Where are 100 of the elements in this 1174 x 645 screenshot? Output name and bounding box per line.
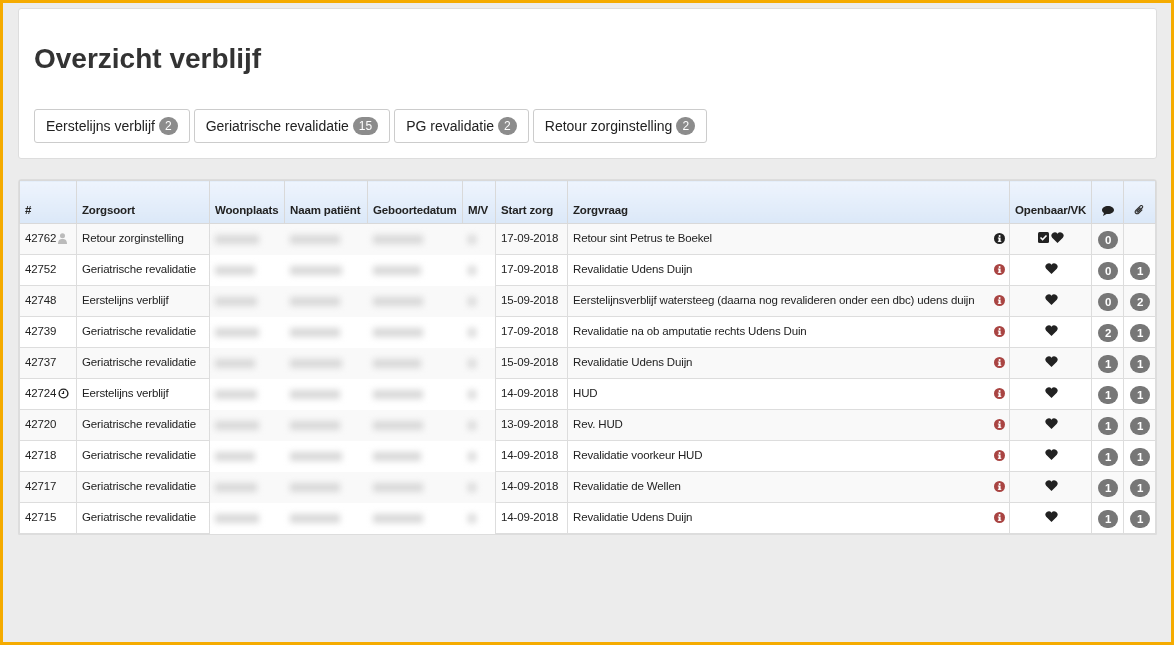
table-cell-text: 42737: [25, 355, 57, 370]
table-cell-text: 42720: [25, 417, 57, 432]
table-cell-text: Retour sint Petrus te Boekel: [573, 231, 712, 246]
paperclip-icon: [1134, 205, 1145, 217]
heart-icon[interactable]: [1051, 232, 1064, 243]
comment-count-badge[interactable]: 1: [1098, 355, 1118, 373]
comment-count-badge[interactable]: 1: [1098, 386, 1118, 404]
blurred-text: [215, 389, 257, 399]
table-cell: 13-09-2018: [501, 418, 559, 430]
column-header[interactable]: Zorgvraag: [567, 180, 1010, 224]
heart-icon[interactable]: [1044, 356, 1058, 367]
blurred-text: [215, 420, 259, 430]
attachment-count-badge[interactable]: 1: [1130, 355, 1150, 373]
blurred-text: [289, 235, 340, 244]
heart-icon[interactable]: [1044, 480, 1058, 491]
table-cell: 14-09-2018: [501, 480, 559, 492]
blurred-text: [372, 513, 423, 523]
table-cell-text: Revalidatie de Wellen: [573, 479, 681, 494]
table-cell-text: Revalidatie na ob amputatie rechts Udens Duin: [573, 324, 807, 339]
table-cell: 14-09-2018: [501, 387, 559, 399]
table-cell-text: 42717: [25, 479, 57, 494]
comment-count-badge[interactable]: 0: [1098, 262, 1118, 280]
blurred-text: [215, 327, 259, 337]
column-header[interactable]: Woonplaats: [209, 180, 285, 224]
table-cell: 14-09-2018: [501, 511, 559, 523]
column-header[interactable]: Naam patiënt: [284, 180, 368, 224]
comment-count-badge[interactable]: 0: [1098, 231, 1118, 249]
attachment-count-badge[interactable]: 1: [1130, 386, 1150, 404]
table-cell-text: 42718: [25, 448, 57, 463]
comment-count-badge[interactable]: 2: [1098, 324, 1118, 342]
table-cell: Geriatrische revalidatie: [82, 356, 196, 368]
heart-icon[interactable]: [1044, 511, 1058, 522]
table-cell-text: 42739: [25, 324, 57, 339]
table-cell-text: 42762: [25, 231, 57, 246]
blurred-text: [289, 482, 340, 492]
blurred-text: [289, 358, 342, 368]
blurred-text: [215, 451, 255, 461]
filter-button[interactable]: Eerstelijns verblijf 2: [34, 109, 190, 143]
filter-button[interactable]: Geriatrische revalidatie 15: [193, 109, 391, 143]
comment-count-badge[interactable]: 1: [1098, 479, 1118, 497]
blurred-text: [372, 358, 421, 368]
page-title: Overzicht verblijf: [34, 42, 263, 76]
heart-icon[interactable]: [1044, 294, 1058, 305]
column-header[interactable]: Openbaar/VK: [1009, 180, 1092, 224]
blurred-text: [215, 296, 257, 306]
attachment-count-badge[interactable]: 1: [1130, 417, 1150, 435]
column-header[interactable]: M/V: [462, 180, 496, 224]
column-header[interactable]: Start zorg: [495, 180, 568, 224]
comment-count-badge[interactable]: 1: [1098, 417, 1118, 435]
checkbox[interactable]: [1038, 232, 1049, 243]
blurred-text: [289, 451, 342, 461]
attachment-count-badge[interactable]: 2: [1130, 293, 1150, 311]
blurred-text: [215, 513, 259, 523]
comment-column-header[interactable]: [1091, 180, 1124, 224]
heart-icon[interactable]: [1044, 449, 1058, 460]
table-cell-text: 42752: [25, 262, 57, 277]
blurred-text: [372, 327, 423, 337]
attachment-count-badge[interactable]: 1: [1130, 262, 1150, 280]
blurred-text: [372, 389, 423, 399]
comment-count-badge[interactable]: 0: [1098, 293, 1118, 311]
comment-count-badge[interactable]: 1: [1098, 510, 1118, 528]
attachment-count-badge[interactable]: 1: [1130, 324, 1150, 342]
count-badge: 2: [676, 117, 696, 135]
table-cell: 15-09-2018: [501, 356, 559, 368]
heart-icon[interactable]: [1044, 418, 1058, 429]
count-badge: 2: [158, 117, 178, 135]
column-header[interactable]: Zorgsoort: [76, 180, 210, 224]
table-cell: Geriatrische revalidatie: [82, 480, 196, 492]
filter-button[interactable]: PG revalidatie 2: [394, 109, 529, 143]
table-cell-text: Revalidatie Udens Duijn: [573, 262, 693, 277]
table-cell: Eerstelijns verblijf: [82, 387, 169, 399]
filter-button[interactable]: Retour zorginstelling 2: [532, 109, 708, 143]
attachment-count-badge[interactable]: 1: [1130, 479, 1150, 497]
blurred-text: [289, 420, 340, 430]
table-cell-text: Revalidatie voorkeur HUD: [573, 448, 703, 463]
table-cell: 17-09-2018: [501, 325, 559, 337]
blurred-text: [289, 389, 340, 399]
info-icon[interactable]: [994, 233, 1005, 244]
table-cell: 17-09-2018: [501, 263, 559, 275]
table-cell: Geriatrische revalidatie: [82, 325, 196, 337]
blurred-text: [289, 513, 340, 523]
heart-icon[interactable]: [1044, 387, 1058, 398]
heart-icon[interactable]: [1044, 325, 1058, 336]
column-header[interactable]: #: [19, 180, 77, 224]
column-header[interactable]: Geboortedatum: [367, 180, 463, 224]
blurred-text: [215, 265, 255, 275]
heart-icon[interactable]: [1044, 263, 1058, 274]
blurred-text: [372, 235, 423, 244]
attachment-column-header[interactable]: [1123, 180, 1156, 224]
table-cell: Retour zorginstelling: [82, 232, 184, 244]
blurred-text: [215, 358, 255, 368]
speech-bubble-icon: [1101, 205, 1114, 216]
comment-count-badge[interactable]: 1: [1098, 448, 1118, 466]
attachment-count-badge[interactable]: 1: [1130, 448, 1150, 466]
blurred-text: [215, 235, 259, 244]
table-cell: Geriatrische revalidatie: [82, 263, 196, 275]
blurred-text: [372, 482, 423, 492]
blurred-text: [372, 451, 421, 461]
count-badge: 2: [498, 117, 517, 135]
attachment-count-badge[interactable]: 1: [1130, 510, 1150, 528]
